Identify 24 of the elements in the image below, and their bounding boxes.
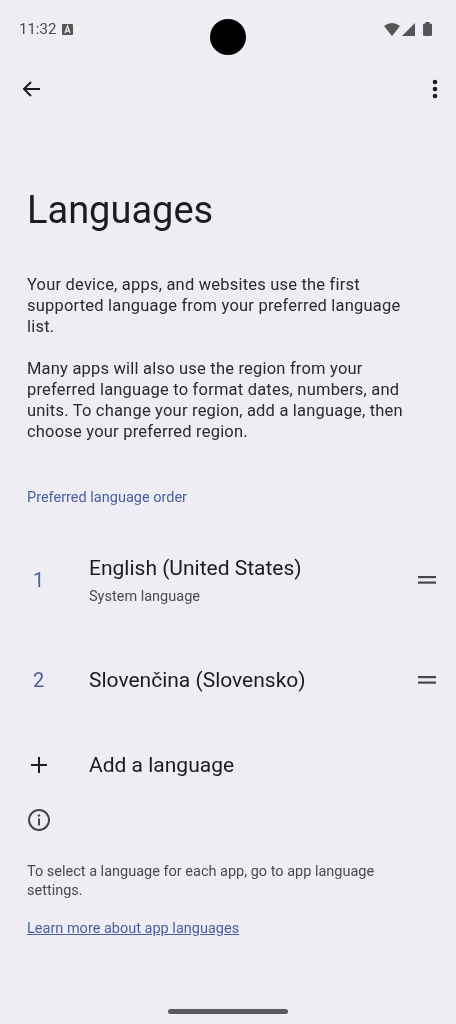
camera-cutout <box>210 19 246 55</box>
more-vertical-icon[interactable] <box>432 79 438 99</box>
learn-more-link[interactable]: Learn more about app languages <box>27 920 240 937</box>
drag-handle-icon[interactable] <box>418 576 436 584</box>
footer-text: To select a language for each app, go to app language settings. <box>27 862 376 900</box>
add-language-button[interactable]: Add a language <box>0 740 456 790</box>
signal-icon <box>402 22 415 36</box>
language-name[interactable]: English (United States) <box>89 555 418 580</box>
navigation-handle[interactable] <box>168 1009 288 1014</box>
language-number: 1 <box>32 568 46 592</box>
plus-icon[interactable] <box>29 755 49 775</box>
description-text: Many apps will also use the region from your preferred language to format dates, numbers, and units. To change your region, add a language, then choose your preferred region. <box>27 358 404 442</box>
description-text: Your device, apps, and websites use the first supported language from your preferred language list. <box>27 274 402 337</box>
language-subtitle: System language <box>89 587 201 605</box>
info-icon <box>27 808 51 832</box>
battery-icon <box>423 22 432 36</box>
wifi-icon <box>384 22 400 36</box>
page-title: Languages <box>27 187 215 234</box>
language-name[interactable]: Slovenčina (Slovensko) <box>89 668 418 692</box>
status-time: 11:32 <box>19 20 57 38</box>
language-number: 2 <box>32 668 46 692</box>
section-header: Preferred language order <box>27 489 189 506</box>
notification-icon <box>62 23 74 35</box>
drag-handle-icon[interactable] <box>418 676 436 684</box>
